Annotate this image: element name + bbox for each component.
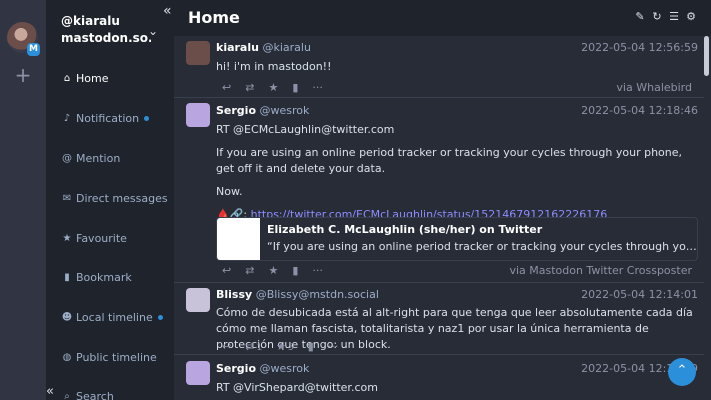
sidebar-item-notification[interactable]: ♪ Notification	[61, 108, 173, 128]
bookmark-icon[interactable]: ▮	[292, 81, 298, 94]
sidebar-item-search[interactable]: ⌕ Search	[61, 386, 173, 400]
status-author[interactable]: Sergio @wesrok	[216, 362, 309, 375]
search-icon: ⌕	[64, 390, 70, 400]
card-title: Elizabeth C. McLaughlin (she/her) on Twi…	[267, 223, 543, 236]
add-account-icon[interactable]: +	[14, 65, 32, 85]
status-actions: ↩ ⇄ ★ ▮ ···	[222, 264, 323, 277]
more-icon[interactable]: ···	[328, 340, 339, 353]
collapse-bottom-icon[interactable]: «	[46, 384, 56, 399]
account-rail: M +	[0, 0, 46, 400]
envelope-icon: ✉	[62, 192, 72, 204]
reply-icon[interactable]: ↩	[222, 81, 231, 94]
globe-icon: ◍	[62, 351, 72, 363]
page-title: Home	[188, 8, 240, 27]
favourite-star-icon[interactable]: ★ 5	[276, 340, 294, 353]
timeline: Home ✎ ↻ ☰ ⚙ kiaralu @kiaralu 2022-05-04…	[174, 0, 711, 400]
bookmark-icon: ▮	[64, 271, 70, 283]
status-actions: ↩ ⇄ 1 ★ 5 ▮ ···	[222, 340, 338, 353]
timeline-header: Home ✎ ↻ ☰ ⚙	[174, 0, 711, 36]
card-thumbnail	[217, 218, 260, 260]
status-actions: ↩ ⇄ ★ ▮ ···	[222, 81, 323, 94]
boost-count: 1	[256, 343, 263, 353]
status-via: via Mastodon Twitter Crossposter	[509, 264, 692, 277]
status-author[interactable]: Sergio @wesrok	[216, 104, 309, 117]
sidebar-item-label: Home	[76, 71, 109, 85]
status-via: via Whalebird	[616, 81, 692, 94]
gear-icon[interactable]: ⚙	[684, 10, 698, 24]
avatar[interactable]	[186, 361, 210, 385]
status-author[interactable]: Blissy @Blissy@mstdn.social	[216, 288, 379, 301]
bell-icon: ♪	[63, 112, 71, 124]
mastodon-badge-icon: M	[27, 43, 40, 56]
unread-dot	[157, 314, 163, 320]
status-item[interactable]: Sergio @wesrok 2022-05-04 12:12:09 RT @V…	[174, 355, 704, 400]
more-icon[interactable]: ···	[312, 264, 323, 277]
filter-icon[interactable]: ☰	[667, 10, 681, 24]
sidebar-item-label: Mention	[76, 151, 121, 165]
account-switcher[interactable]: @kiaralu mastodon.so...	[61, 13, 151, 47]
sidebar-item-label: Direct messages	[76, 191, 168, 205]
chevron-down-icon[interactable]: ⌄	[148, 24, 158, 38]
sidebar-item-favourite[interactable]: ★ Favourite	[61, 228, 173, 248]
collapse-sidebar-icon[interactable]: «	[163, 3, 172, 19]
sidebar: « @kiaralu mastodon.so... ⌄ ⌂ Home ♪ Not…	[46, 0, 174, 400]
status-timestamp[interactable]: 2022-05-04 12:18:46	[581, 104, 698, 117]
status-timestamp[interactable]: 2022-05-04 12:56:59	[581, 41, 698, 54]
sidebar-item-label: Notification	[76, 111, 140, 125]
boost-icon[interactable]: ⇄	[245, 264, 254, 277]
home-icon: ⌂	[63, 72, 71, 84]
favourite-star-icon[interactable]: ★	[268, 264, 278, 277]
status-content: hi! i'm in mastodon!!	[216, 60, 332, 73]
account-handle: @kiaralu	[61, 14, 120, 28]
boost-icon[interactable]: ⇄ 1	[245, 340, 262, 353]
status-timestamp[interactable]: 2022-05-04 12:14:01	[581, 288, 698, 301]
sidebar-item-public-timeline[interactable]: ◍ Public timeline	[61, 347, 173, 367]
reply-icon[interactable]: ↩	[222, 264, 231, 277]
boost-icon[interactable]: ⇄	[245, 81, 254, 94]
refresh-icon[interactable]: ↻	[650, 10, 664, 24]
avatar[interactable]	[186, 103, 210, 127]
sidebar-item-mention[interactable]: @ Mention	[61, 148, 173, 168]
status-content: RT @VirShepard@twitter.com	[216, 381, 378, 394]
sidebar-item-label: Bookmark	[76, 270, 132, 284]
sidebar-item-local-timeline[interactable]: ☻ Local timeline	[61, 307, 173, 327]
status-item[interactable]: kiaralu @kiaralu 2022-05-04 12:56:59 hi!…	[174, 36, 704, 98]
sidebar-item-label: Public timeline	[76, 350, 157, 364]
bookmark-icon[interactable]: ▮	[292, 264, 298, 277]
link-preview-card[interactable]: Elizabeth C. McLaughlin (she/her) on Twi…	[216, 217, 698, 261]
reply-icon[interactable]: ↩	[222, 340, 231, 353]
edit-icon[interactable]: ✎	[633, 10, 647, 24]
users-icon: ☻	[61, 311, 73, 323]
sidebar-item-direct-messages[interactable]: ✉ Direct messages	[61, 188, 173, 208]
scrollbar[interactable]	[704, 36, 709, 76]
avatar[interactable]	[186, 41, 210, 65]
sidebar-item-home[interactable]: ⌂ Home	[61, 68, 173, 88]
more-icon[interactable]: ···	[312, 81, 323, 94]
status-item[interactable]: Blissy @Blissy@mstdn.social 2022-05-04 1…	[174, 283, 704, 355]
scroll-to-top-button[interactable]: ⌃	[668, 358, 696, 386]
sidebar-item-label: Search	[76, 389, 114, 400]
status-author[interactable]: kiaralu @kiaralu	[216, 41, 311, 54]
favourite-star-icon[interactable]: ★	[268, 81, 278, 94]
status-content: RT @ECMcLaughlin@twitter.com If you are …	[216, 123, 683, 221]
favourite-count: 5	[288, 343, 294, 353]
sidebar-item-label: Favourite	[76, 231, 127, 245]
unread-dot	[144, 115, 150, 121]
at-icon: @	[62, 152, 72, 164]
avatar[interactable]	[186, 288, 210, 312]
status-item[interactable]: Sergio @wesrok 2022-05-04 12:18:46 RT @E…	[174, 98, 704, 283]
card-description: “If you are using an online period track…	[267, 240, 697, 253]
bookmark-icon[interactable]: ▮	[308, 340, 314, 353]
sidebar-item-bookmark[interactable]: ▮ Bookmark	[61, 267, 173, 287]
star-icon: ★	[62, 232, 72, 244]
sidebar-item-label: Local timeline	[76, 310, 153, 324]
account-domain: mastodon.so...	[61, 31, 151, 45]
